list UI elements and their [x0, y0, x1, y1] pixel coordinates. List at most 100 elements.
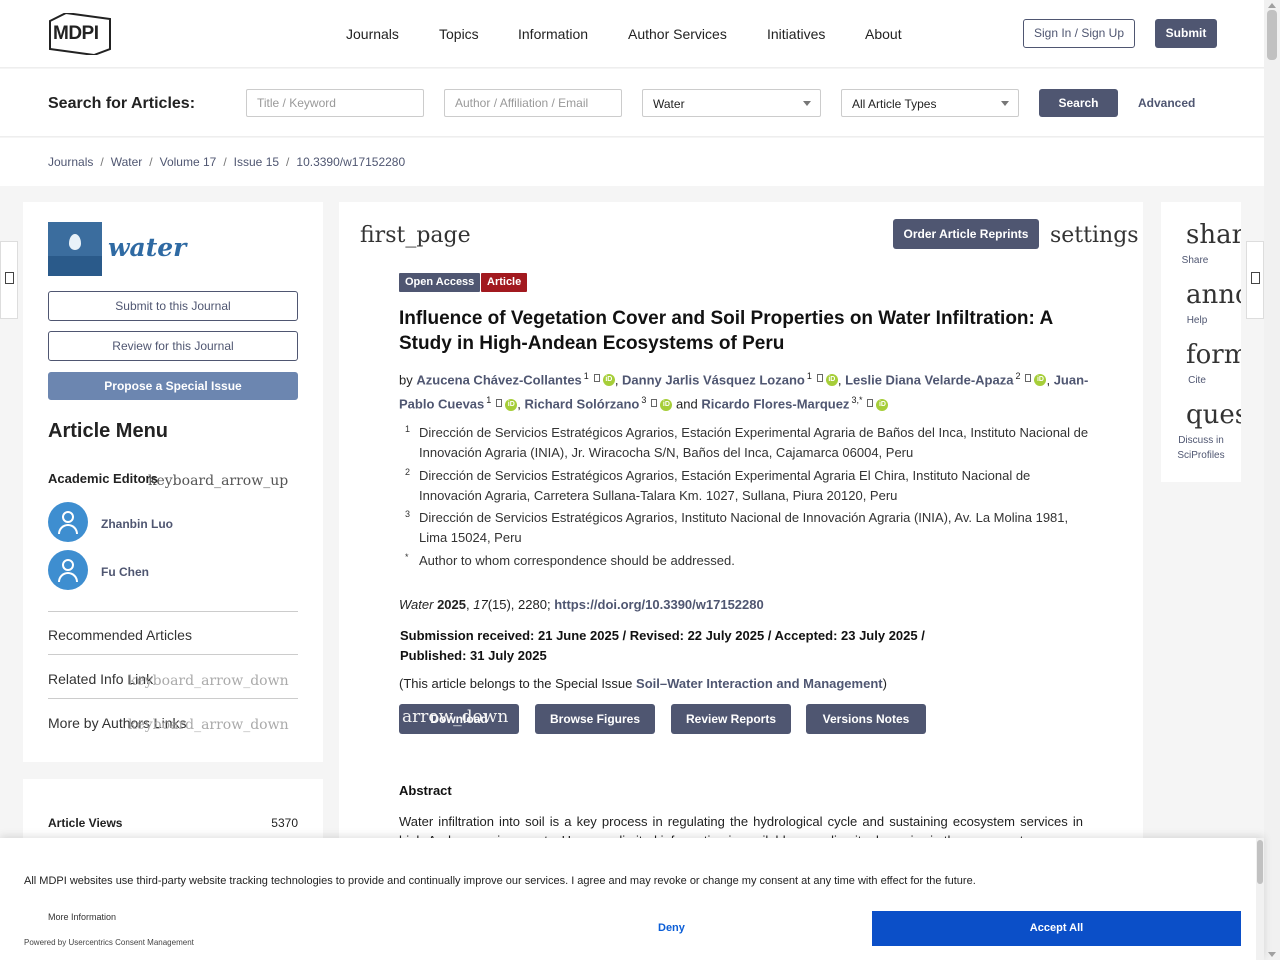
- and-label: and: [676, 396, 698, 412]
- title-keyword-input[interactable]: Title / Keyword: [246, 89, 424, 117]
- divider: [48, 611, 298, 612]
- breadcrumb-separator: /: [149, 155, 153, 169]
- orcid-icon[interactable]: iD: [876, 398, 889, 411]
- panel-icon: [5, 272, 14, 284]
- breadcrumb-doi[interactable]: 10.3390/w17152280: [296, 155, 405, 169]
- divider: [48, 698, 298, 699]
- citation: Water 2025, 17(15), 2280; https://doi.or…: [399, 597, 764, 612]
- powered-by-text: Powered by Usercentrics Consent Manageme…: [24, 938, 194, 947]
- email-icon[interactable]: [1025, 374, 1032, 383]
- order-reprints-button[interactable]: Order Article Reprints: [893, 219, 1039, 249]
- nav-author-services[interactable]: Author Services: [628, 26, 727, 42]
- discuss-icon[interactable]: question_answer: [1186, 400, 1241, 430]
- breadcrumb: Journals / Water / Volume 17 / Issue 15 / 10.339…: [0, 138, 1264, 186]
- author-affiliation-input[interactable]: Author / Affiliation / Email: [444, 89, 622, 117]
- breadcrumb-separator: /: [286, 155, 290, 169]
- review-for-journal-button[interactable]: Review for this Journal: [48, 331, 298, 361]
- affiliation: 2 Dirección de Servicios Estratégicos Agr…: [399, 466, 1089, 505]
- breadcrumb-volume[interactable]: Volume 17: [160, 155, 217, 169]
- nav-topics[interactable]: Topics: [439, 26, 479, 42]
- submit-button[interactable]: Submit: [1155, 19, 1217, 48]
- scroll-up-icon[interactable]: [1268, 3, 1276, 8]
- by-label: by: [399, 372, 413, 388]
- orcid-icon[interactable]: iD: [505, 398, 518, 411]
- keyboard-arrow-up-icon[interactable]: keyboard_arrow_up: [148, 473, 288, 489]
- editor-name[interactable]: Fu Chen: [101, 565, 149, 579]
- share-icon[interactable]: share: [1186, 220, 1241, 250]
- review-reports-button[interactable]: Review Reports: [671, 704, 791, 734]
- page-scrollbar[interactable]: [1264, 0, 1280, 960]
- doi-link[interactable]: https://doi.org/10.3390/w17152280: [554, 597, 764, 612]
- editor-name[interactable]: Zhanbin Luo: [101, 517, 173, 531]
- cite-icon[interactable]: format_quote: [1186, 340, 1241, 370]
- affiliation-number: 2: [405, 467, 411, 477]
- author-name[interactable]: Ricardo Flores-Marquez: [701, 397, 849, 412]
- orcid-icon[interactable]: iD: [1034, 374, 1047, 387]
- author-name[interactable]: Richard Solórzano: [525, 397, 640, 412]
- article-menu-panel: water Submit to this Journal Review for …: [23, 202, 323, 762]
- abstract-heading: Abstract: [399, 783, 452, 798]
- author-name[interactable]: Danny Jarlis Vásquez Lozano: [622, 372, 805, 387]
- affiliation-text: Dirección de Servicios Estratégicos Agra…: [419, 468, 1031, 503]
- divider: [48, 654, 298, 655]
- search-button[interactable]: Search: [1039, 89, 1118, 117]
- submit-to-journal-button[interactable]: Submit to this Journal: [48, 291, 298, 321]
- scroll-down-icon[interactable]: [1268, 952, 1276, 957]
- email-icon[interactable]: [816, 374, 823, 383]
- nav-journals[interactable]: Journals: [346, 26, 399, 42]
- author-name[interactable]: Azucena Chávez-Collantes: [416, 372, 581, 387]
- nav-information[interactable]: Information: [518, 26, 588, 42]
- propose-special-issue-button[interactable]: Propose a Special Issue: [48, 372, 298, 400]
- accept-all-button[interactable]: Accept All: [872, 911, 1241, 946]
- affiliation: 3 Dirección de Servicios Estratégicos Agr…: [399, 508, 1089, 547]
- water-journal-logo[interactable]: [48, 222, 102, 276]
- nav-about[interactable]: About: [865, 26, 902, 42]
- share-label[interactable]: Share: [1161, 253, 1235, 268]
- more-information-link[interactable]: More Information: [48, 912, 116, 922]
- orcid-icon[interactable]: iD: [660, 398, 673, 411]
- keyboard-arrow-down-icon[interactable]: keyboard_arrow_down: [128, 717, 289, 733]
- browse-figures-button[interactable]: Browse Figures: [535, 704, 655, 734]
- author-sup: 1: [806, 371, 812, 381]
- versions-notes-button[interactable]: Versions Notes: [806, 704, 926, 734]
- journal-select[interactable]: Water: [642, 89, 821, 117]
- cookie-scrollbar[interactable]: [1256, 838, 1264, 960]
- orcid-icon[interactable]: iD: [602, 374, 615, 387]
- scrollbar-thumb[interactable]: [1267, 10, 1277, 60]
- avatar: [48, 550, 88, 590]
- special-issue-link[interactable]: Soil–Water Interaction and Management: [636, 676, 883, 691]
- email-icon[interactable]: [867, 398, 874, 407]
- mdpi-logo[interactable]: MDPI: [48, 11, 112, 57]
- academic-editors-label[interactable]: Academic Editors: [48, 471, 158, 486]
- scrollbar-thumb[interactable]: [1257, 840, 1263, 884]
- publication-dates: Submission received: 21 June 2025 / Revi…: [400, 628, 925, 663]
- discuss-label[interactable]: Discuss in SciProfiles: [1161, 433, 1241, 463]
- email-icon[interactable]: [651, 398, 658, 407]
- keyboard-arrow-down-icon[interactable]: keyboard_arrow_down: [128, 673, 289, 689]
- breadcrumb-issue[interactable]: Issue 15: [234, 155, 279, 169]
- first-page-icon[interactable]: first_page: [360, 223, 471, 248]
- article-type-select[interactable]: All Article Types: [841, 89, 1019, 117]
- right-side-toggle[interactable]: [1246, 241, 1264, 319]
- orcid-icon[interactable]: iD: [825, 374, 838, 387]
- cite-label[interactable]: Cite: [1161, 373, 1237, 388]
- open-access-badge: Open Access: [399, 273, 481, 292]
- help-label[interactable]: Help: [1161, 313, 1237, 328]
- recommended-articles-link[interactable]: Recommended Articles: [48, 627, 192, 643]
- sign-in-button[interactable]: Sign In / Sign Up: [1023, 19, 1135, 48]
- affiliation-text: Author to whom correspondence should be …: [419, 553, 735, 568]
- email-icon[interactable]: [496, 398, 503, 407]
- author-name[interactable]: Leslie Diana Velarde-Apaza: [845, 372, 1013, 387]
- download-button[interactable]: Download arrow_down: [399, 704, 519, 734]
- journal-name[interactable]: water: [108, 233, 186, 262]
- nav-initiatives[interactable]: Initiatives: [767, 26, 825, 42]
- breadcrumb-separator: /: [223, 155, 227, 169]
- breadcrumb-water[interactable]: Water: [111, 155, 143, 169]
- left-side-toggle[interactable]: [0, 241, 18, 319]
- email-icon[interactable]: [593, 374, 600, 383]
- settings-icon[interactable]: settings: [1050, 223, 1139, 248]
- breadcrumb-journals[interactable]: Journals: [48, 155, 93, 169]
- deny-button[interactable]: Deny: [658, 922, 685, 934]
- advanced-search-link[interactable]: Advanced: [1138, 96, 1195, 110]
- help-icon[interactable]: announcement: [1186, 280, 1241, 310]
